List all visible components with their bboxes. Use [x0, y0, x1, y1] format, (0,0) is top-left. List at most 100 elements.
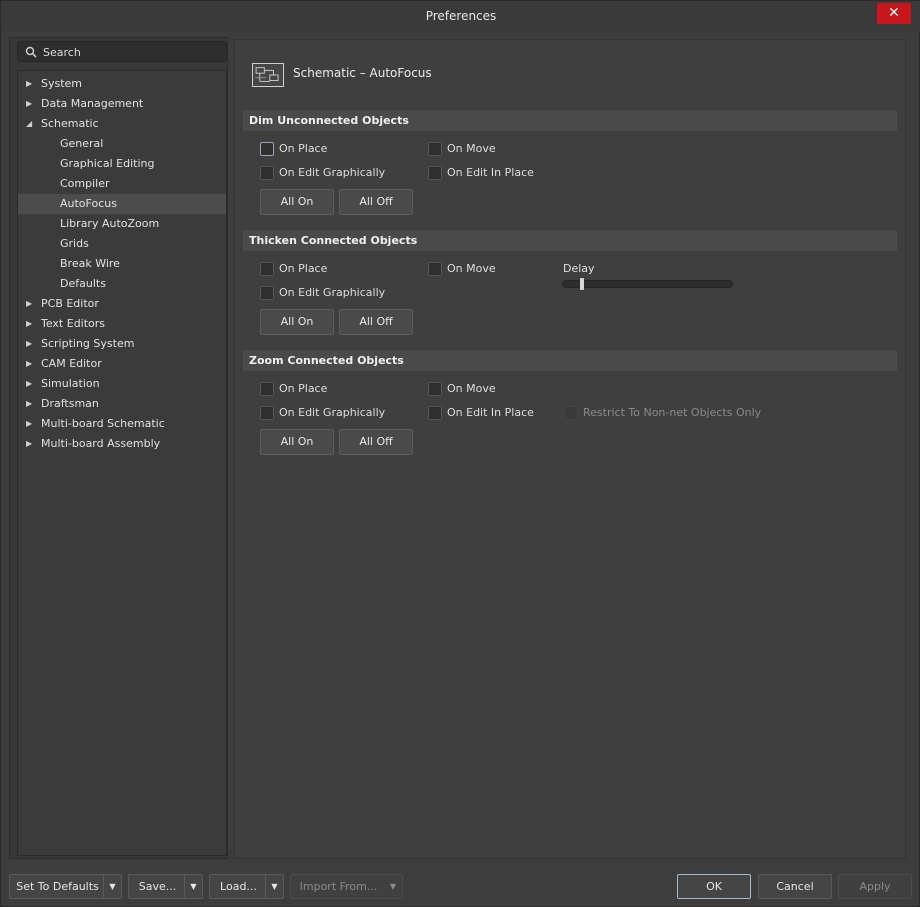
expand-arrow-icon[interactable]: ▶ [26, 74, 34, 94]
dim-all-on-button[interactable]: All On [260, 189, 334, 215]
tree-item-simulation[interactable]: ▶ Simulation [18, 374, 226, 394]
button-label: Import From... [299, 880, 378, 893]
tree-item-data-management[interactable]: ▶ Data Management [18, 94, 226, 114]
checkbox-box[interactable] [260, 382, 274, 396]
tree-item-label: Break Wire [60, 257, 120, 270]
tree-item-text-editors[interactable]: ▶ Text Editors [18, 314, 226, 334]
expand-arrow-icon[interactable]: ▶ [26, 334, 34, 354]
expand-arrow-icon[interactable]: ▶ [26, 434, 34, 454]
checkbox-box[interactable] [428, 382, 442, 396]
ok-button[interactable]: OK [677, 874, 751, 899]
checkbox-label: On Edit In Place [447, 166, 534, 179]
delay-label: Delay [563, 262, 595, 275]
tree-item-general[interactable]: General [18, 134, 226, 154]
tree-item-grids[interactable]: Grids [18, 234, 226, 254]
tree-item-label: Draftsman [41, 397, 99, 410]
window-title: Preferences [425, 9, 497, 23]
section-header-zoom: Zoom Connected Objects [243, 350, 897, 371]
search-icon [25, 46, 37, 58]
tree-item-scripting-system[interactable]: ▶ Scripting System [18, 334, 226, 354]
tree-item-label: CAM Editor [41, 357, 102, 370]
tree-item-cam-editor[interactable]: ▶ CAM Editor [18, 354, 226, 374]
dropdown-arrow-icon[interactable]: ▼ [384, 875, 402, 898]
expand-arrow-icon[interactable]: ▶ [26, 394, 34, 414]
checkbox-label: On Edit Graphically [279, 406, 386, 419]
schematic-page-icon [252, 63, 284, 87]
dropdown-arrow-icon[interactable]: ▼ [265, 875, 283, 898]
dropdown-arrow-icon[interactable]: ▼ [103, 875, 121, 898]
navigation-panel: Search ▶ System ▶ Data Management ◢ Sche… [9, 37, 228, 859]
section-header-thicken: Thicken Connected Objects [243, 230, 897, 251]
checkbox-box[interactable] [428, 406, 442, 420]
tree-item-draftsman[interactable]: ▶ Draftsman [18, 394, 226, 414]
expand-arrow-icon[interactable]: ▶ [26, 294, 34, 314]
button-label: Load... [220, 880, 257, 893]
tree-item-label: AutoFocus [60, 197, 117, 210]
tree-item-graphical-editing[interactable]: Graphical Editing [18, 154, 226, 174]
tree-item-multi-board-schematic[interactable]: ▶ Multi-board Schematic [18, 414, 226, 434]
expand-arrow-icon[interactable]: ▶ [26, 374, 34, 394]
checkbox-label: On Place [279, 262, 328, 275]
checkbox-label: On Edit Graphically [279, 286, 386, 299]
checkbox-label: On Move [447, 142, 496, 155]
tree-item-system[interactable]: ▶ System [18, 74, 226, 94]
checkbox-label: On Edit Graphically [279, 166, 386, 179]
button-label: Save... [138, 880, 177, 893]
tree-item-label: PCB Editor [41, 297, 99, 310]
tree-item-label: Library AutoZoom [60, 217, 160, 230]
settings-panel: Schematic – AutoFocus Dim Unconnected Ob… [234, 39, 906, 859]
preferences-dialog: Preferences ✕ Search ▶ System ▶ Data Man… [0, 0, 920, 907]
checkbox-box[interactable] [428, 166, 442, 180]
tree-item-compiler[interactable]: Compiler [18, 174, 226, 194]
tree-item-schematic[interactable]: ◢ Schematic [18, 114, 226, 134]
tree-item-label: Graphical Editing [60, 157, 155, 170]
tree-item-label: Data Management [41, 97, 144, 110]
tree-item-label: Text Editors [41, 317, 106, 330]
checkbox-label: On Place [279, 382, 328, 395]
thicken-all-off-button[interactable]: All Off [339, 309, 413, 335]
thicken-all-on-button[interactable]: All On [260, 309, 334, 335]
tree-item-break-wire[interactable]: Break Wire [18, 254, 226, 274]
collapse-arrow-icon[interactable]: ◢ [26, 114, 34, 134]
apply-button[interactable]: Apply [838, 874, 912, 899]
expand-arrow-icon[interactable]: ▶ [26, 354, 34, 374]
preferences-tree: ▶ System ▶ Data Management ◢ Schematic G… [17, 70, 227, 856]
expand-arrow-icon[interactable]: ▶ [26, 414, 34, 434]
checkbox-box[interactable] [564, 406, 578, 420]
checkbox-label: On Move [447, 382, 496, 395]
tree-item-defaults[interactable]: Defaults [18, 274, 226, 294]
checkbox-box[interactable] [260, 166, 274, 180]
import-from-button[interactable]: Import From... ▼ [290, 874, 403, 899]
checkbox-box[interactable] [428, 262, 442, 276]
tree-item-autofocus[interactable]: AutoFocus [18, 194, 226, 214]
checkbox-box[interactable] [260, 406, 274, 420]
set-to-defaults-button[interactable]: Set To Defaults ▼ [9, 874, 122, 899]
tree-item-multi-board-assembly[interactable]: ▶ Multi-board Assembly [18, 434, 226, 454]
checkbox-label: Restrict To Non-net Objects Only [583, 406, 762, 419]
tree-item-label: Grids [60, 237, 89, 250]
zoom-all-on-button[interactable]: All On [260, 429, 334, 455]
checkbox-box[interactable] [260, 262, 274, 276]
load-button[interactable]: Load... ▼ [209, 874, 284, 899]
dim-all-off-button[interactable]: All Off [339, 189, 413, 215]
delay-slider-thumb[interactable] [580, 278, 584, 290]
delay-slider[interactable] [562, 278, 733, 290]
close-button[interactable]: ✕ [877, 3, 911, 24]
checkbox-box[interactable] [428, 142, 442, 156]
checkbox-box[interactable] [260, 286, 274, 300]
section-header-dim: Dim Unconnected Objects [243, 110, 897, 131]
tree-item-library-autozoom[interactable]: Library AutoZoom [18, 214, 226, 234]
save-button[interactable]: Save... ▼ [128, 874, 203, 899]
tree-item-label: Simulation [41, 377, 100, 390]
checkbox-box[interactable] [260, 142, 274, 156]
zoom-all-off-button[interactable]: All Off [339, 429, 413, 455]
search-input[interactable]: Search [17, 41, 227, 62]
tree-item-label: Defaults [60, 277, 106, 290]
cancel-button[interactable]: Cancel [758, 874, 832, 899]
expand-arrow-icon[interactable]: ▶ [26, 94, 34, 114]
expand-arrow-icon[interactable]: ▶ [26, 314, 34, 334]
tree-item-pcb-editor[interactable]: ▶ PCB Editor [18, 294, 226, 314]
search-placeholder: Search [43, 46, 81, 59]
dropdown-arrow-icon[interactable]: ▼ [184, 875, 202, 898]
tree-item-label: Multi-board Schematic [41, 417, 165, 430]
